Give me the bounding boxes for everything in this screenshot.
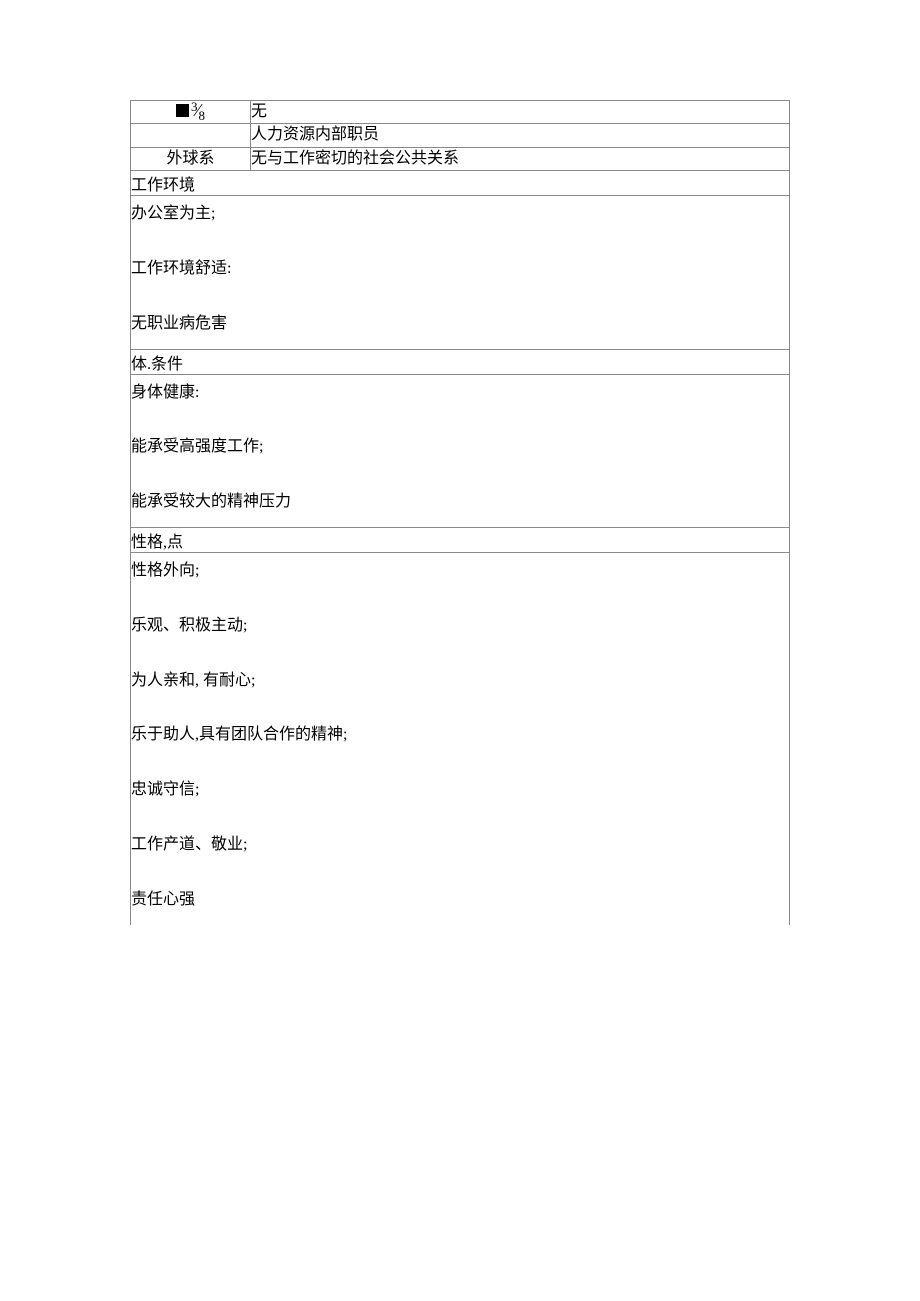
env-header: 工作环境 <box>131 171 790 196</box>
row2-label-cell <box>131 124 251 147</box>
char-line: 乐观、积极主动; <box>131 608 789 663</box>
char-header: 性格,点 <box>131 527 790 552</box>
table-row: 人力资源内部职员 <box>131 124 790 147</box>
page: 3⁄8 无 人力资源内部职员 外球系 无与工作密切的社会公共关 <box>0 0 920 1301</box>
char-line: 乐于助人,具有团队合作的精神; <box>131 717 789 772</box>
body-header-text: 体.条件 <box>131 356 183 373</box>
char-header-text: 性格,点 <box>131 534 183 551</box>
section-header-row: 性格,点 <box>131 527 790 552</box>
row1-label-cell: 3⁄8 <box>131 101 251 124</box>
body-body: 身体健康: 能承受高强度工作; 能承受较大的精神压力 <box>131 374 790 527</box>
fraction-num: 3 <box>191 99 198 114</box>
table-row: 外球系 无与工作密切的社会公共关系 <box>131 147 790 170</box>
row2-value: 人力资源内部职员 <box>251 126 379 143</box>
row3-value-cell: 无与工作密切的社会公共关系 <box>251 147 790 170</box>
env-line: 工作环境舒适: <box>131 251 789 306</box>
row3-value: 无与工作密切的社会公共关系 <box>251 150 459 167</box>
env-header-text: 工作环境 <box>131 177 195 194</box>
section-header-row: 工作环境 <box>131 171 790 196</box>
body-line: 能承受高强度工作; <box>131 429 789 484</box>
row3-label: 外球系 <box>166 150 214 167</box>
fraction-den: 8 <box>199 108 206 123</box>
char-line: 工作产道、敬业; <box>131 827 789 882</box>
fraction-label: 3⁄8 <box>191 101 205 120</box>
row3-label-cell: 外球系 <box>131 147 251 170</box>
char-body: 性格外向; 乐观、积极主动; 为人亲和, 有耐心; 乐于助人,具有团队合作的精神… <box>131 552 790 924</box>
row2-value-cell: 人力资源内部职员 <box>251 124 790 147</box>
env-line: 无职业病危害 <box>131 306 789 349</box>
square-bullet-icon <box>176 104 189 117</box>
env-body: 办公室为主; 工作环境舒适: 无职业病危害 <box>131 196 790 349</box>
section-body-row: 办公室为主; 工作环境舒适: 无职业病危害 <box>131 196 790 349</box>
body-header: 体.条件 <box>131 349 790 374</box>
char-line: 为人亲和, 有耐心; <box>131 663 789 718</box>
char-line: 忠诚守信; <box>131 772 789 827</box>
body-line: 身体健康: <box>131 375 789 430</box>
body-line: 能承受较大的精神压力 <box>131 484 789 527</box>
char-line: 责任心强 <box>131 882 789 925</box>
table-row: 3⁄8 无 <box>131 101 790 124</box>
section-body-row: 性格外向; 乐观、积极主动; 为人亲和, 有耐心; 乐于助人,具有团队合作的精神… <box>131 552 790 924</box>
section-body-row: 身体健康: 能承受高强度工作; 能承受较大的精神压力 <box>131 374 790 527</box>
char-line: 性格外向; <box>131 553 789 608</box>
env-line: 办公室为主; <box>131 196 789 251</box>
row1-value-cell: 无 <box>251 101 790 124</box>
row1-value: 无 <box>251 103 267 120</box>
document-table: 3⁄8 无 人力资源内部职员 外球系 无与工作密切的社会公共关 <box>130 100 790 925</box>
section-header-row: 体.条件 <box>131 349 790 374</box>
